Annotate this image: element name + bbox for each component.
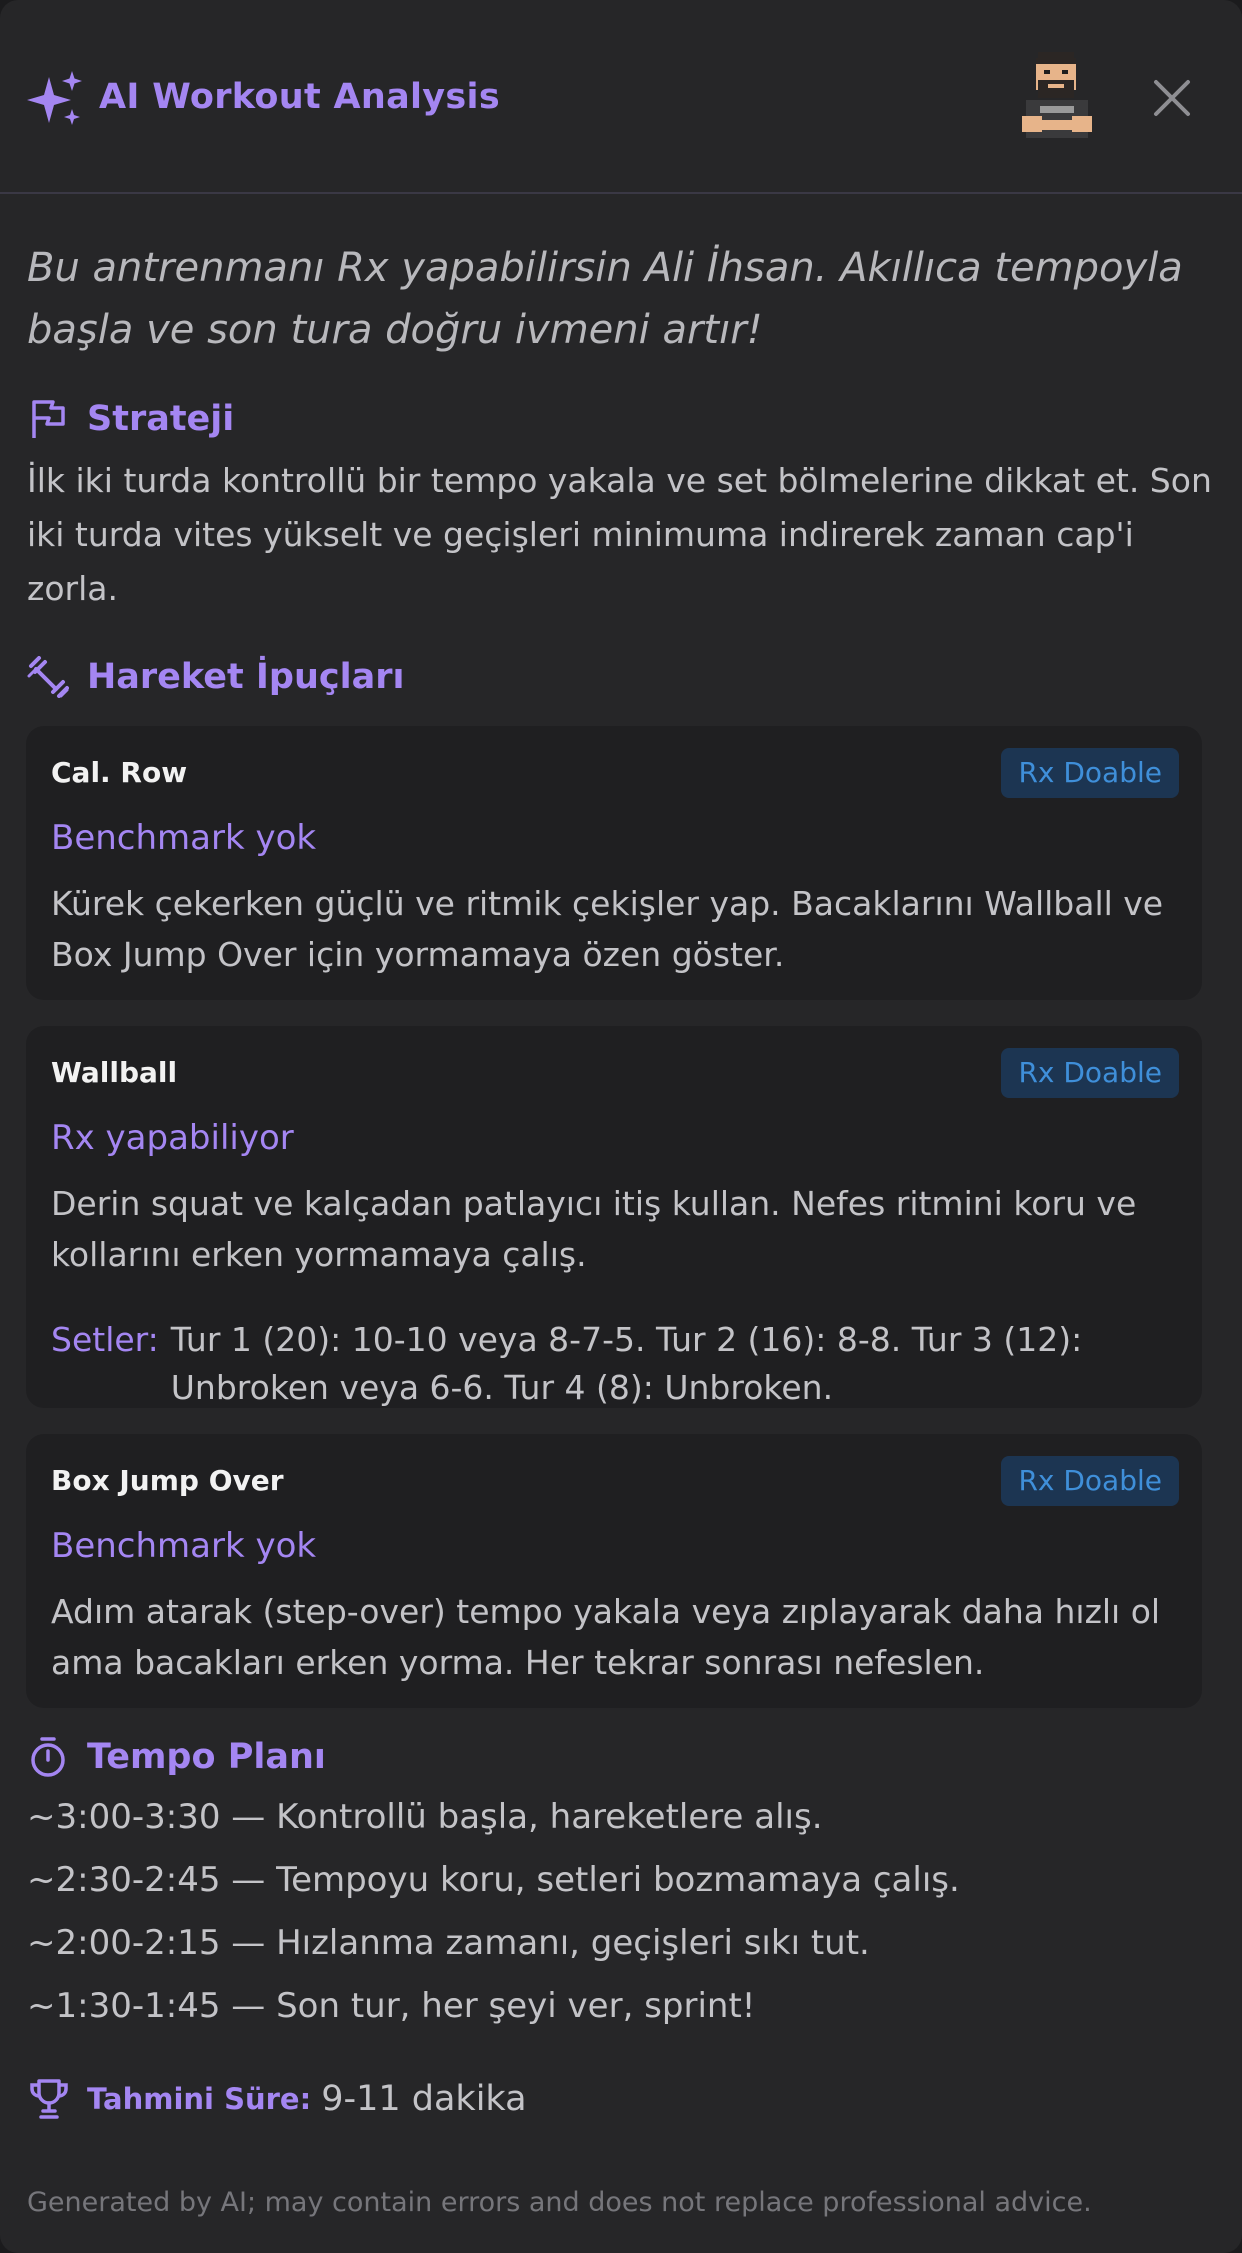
strategy-text: İlk iki turda kontrollü bir tempo yakala… (27, 461, 1212, 608)
movement-name: Cal. Row (51, 756, 188, 789)
close-icon[interactable] (1150, 76, 1194, 120)
strategy-title: Strateji (87, 399, 235, 439)
tempo-plan-title: Tempo Planı (87, 1737, 326, 1777)
modal-title: AI Workout Analysis (99, 77, 500, 117)
movement-card-box-jump-over: Box Jump Over Rx Doable Benchmark yok Ad… (26, 1434, 1202, 1708)
trophy-icon (30, 2079, 68, 2119)
tempo-line: ~2:00-2:15 — Hızlanma zamanı, geçişleri … (27, 1923, 870, 1963)
tempo-line: ~1:30-1:45 — Son tur, her şeyi ver, spri… (27, 1986, 756, 2026)
movement-name: Box Jump Over (51, 1464, 284, 1497)
modal-header: AI Workout Analysis (0, 0, 1242, 194)
set-breakdown: Setler: Tur 1 (20): 10-10 veya 8-7-5. Tu… (51, 1316, 1186, 1412)
estimate-value: 9-11 dakika (321, 2079, 527, 2119)
sets-text: Tur 1 (20): 10-10 veya 8-7-5. Tur 2 (16)… (170, 1320, 1083, 1407)
benchmark-status: Rx yapabiliyor (51, 1118, 294, 1158)
sets-label: Setler: (51, 1320, 159, 1359)
sparkles-icon (27, 71, 82, 125)
flag-icon (32, 400, 65, 438)
estimated-time: Tahmini Süre: 9-11 dakika (27, 2074, 527, 2124)
movement-tip: Kürek çekerken güçlü ve ritmik çekişler … (51, 884, 1164, 974)
rx-badge: Rx Doable (1001, 1048, 1179, 1098)
movement-card-cal-row: Cal. Row Rx Doable Benchmark yok Kürek ç… (26, 726, 1202, 1000)
crossfit-avatar (1022, 52, 1092, 138)
movement-name: Wallball (51, 1056, 178, 1089)
movement-tips-heading: Hareket İpuçları (27, 652, 405, 702)
estimate-label: Tahmini Süre: (87, 2082, 312, 2116)
benchmark-status: Benchmark yok (51, 1526, 317, 1566)
tempo-plan-heading: Tempo Planı (27, 1732, 326, 1782)
tempo-line: ~2:30-2:45 — Tempoyu koru, setleri bozma… (27, 1860, 960, 1900)
rx-badge: Rx Doable (1001, 1456, 1179, 1506)
ai-disclaimer: Generated by AI; may contain errors and … (27, 2187, 1092, 2218)
movement-tips-title: Hareket İpuçları (87, 657, 405, 697)
dumbbell-icon (27, 656, 69, 698)
intro-message: Bu antrenmanı Rx yapabilirsin Ali İhsan.… (27, 245, 1183, 353)
workout-analysis-modal: AI Workout Analysis Bu antrenmanı Rx yap… (0, 0, 1242, 2253)
movement-tip: Derin squat ve kalçadan patlayıcı itiş k… (51, 1184, 1137, 1274)
stopwatch-icon (31, 1737, 65, 1777)
movement-card-wallball: Wallball Rx Doable Rx yapabiliyor Derin … (26, 1026, 1202, 1408)
movement-tip: Adım atarak (step-over) tempo yakala vey… (51, 1592, 1161, 1682)
benchmark-status: Benchmark yok (51, 818, 317, 858)
strategy-heading: Strateji (27, 394, 234, 444)
rx-badge: Rx Doable (1001, 748, 1179, 798)
tempo-line: ~3:00-3:30 — Kontrollü başla, hareketler… (27, 1797, 823, 1837)
